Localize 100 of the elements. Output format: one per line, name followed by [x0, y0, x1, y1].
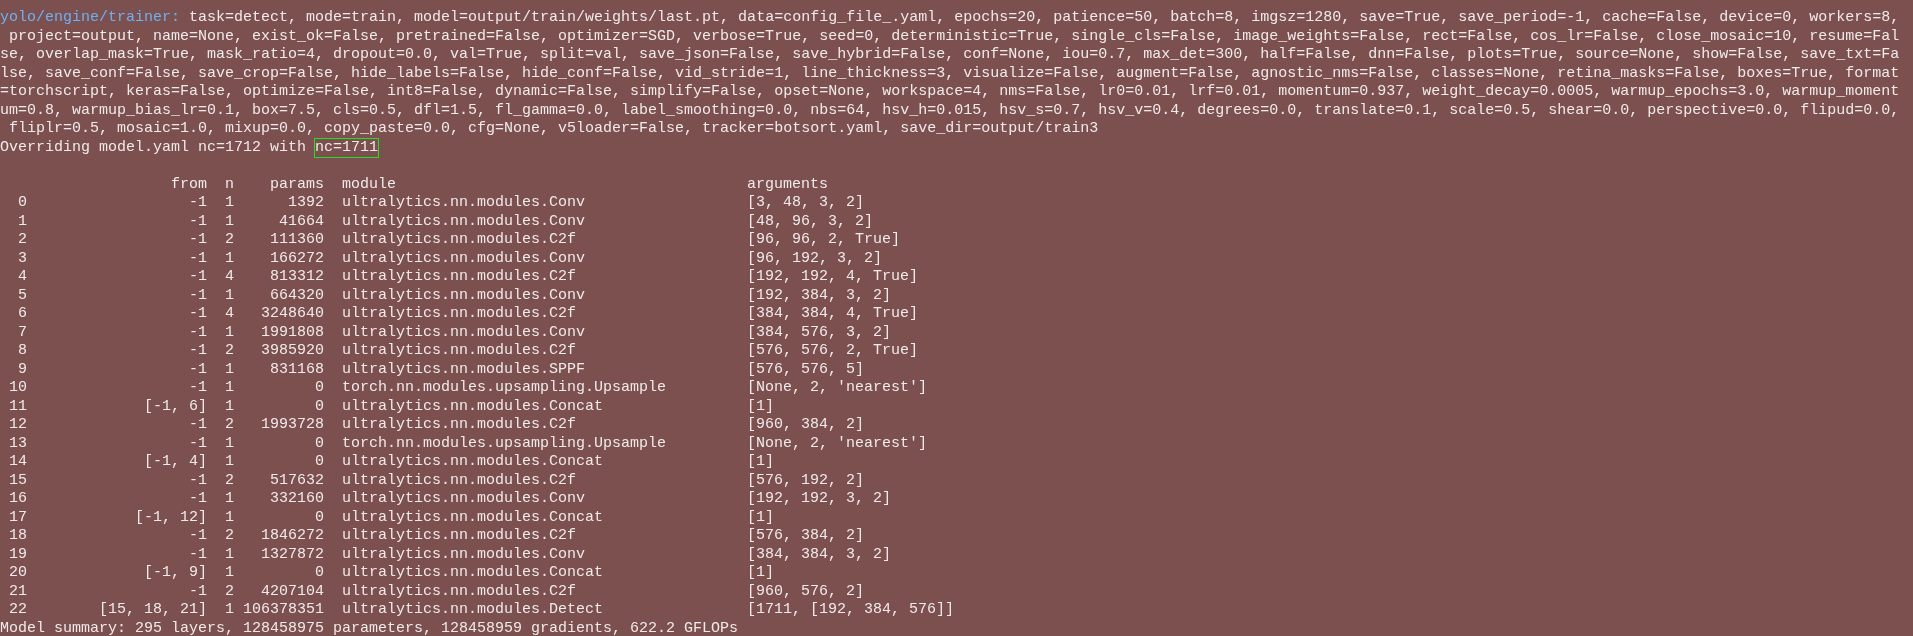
table-cell: [1]: [747, 397, 775, 415]
table-cell: 1: [225, 323, 234, 341]
table-cell: 4: [225, 268, 234, 285]
table-cell: 7: [18, 323, 27, 341]
table-cell: 1: [225, 508, 234, 526]
table-cell: -1: [189, 490, 207, 507]
table-cell: 13: [9, 434, 27, 452]
table-cell: [-1, 4]: [144, 453, 207, 470]
table-cell: [96, 192, 3, 2]: [747, 249, 883, 267]
table-cell: 15: [9, 471, 27, 489]
table-cell: ultralytics.nn.modules.Concat: [342, 508, 604, 526]
table-cell: 18: [9, 527, 27, 544]
table-cell: 166272: [270, 249, 324, 267]
table-cell: [None, 2, 'nearest']: [747, 434, 928, 452]
table-cell: [384, 384, 4, True]: [747, 305, 919, 322]
table-cell: [-1, 9]: [144, 564, 207, 581]
table-cell: 1327872: [261, 545, 324, 563]
table-cell: ultralytics.nn.modules.Conv: [342, 194, 586, 211]
table-cell: 17: [9, 508, 27, 526]
table-cell: ultralytics.nn.modules.Conv: [342, 249, 586, 267]
table-cell: 1: [225, 194, 234, 211]
table-cell: ultralytics.nn.modules.Conv: [342, 212, 586, 230]
table-cell: 831168: [270, 360, 324, 378]
table-cell: 813312: [270, 268, 324, 285]
table-cell: ultralytics.nn.modules.C2f: [342, 268, 577, 285]
table-cell: 332160: [270, 490, 324, 507]
table-cell: -1: [189, 471, 207, 489]
table-cell: [1]: [747, 564, 775, 581]
table-cell: 1993728: [261, 416, 324, 433]
output-line: =torchscript, keras=False, optimize=False, int8=False, dynamic=False, simplify=False, opset=None, workspace=4, nms=False, lr0=0.01, lrf=0.01, momentum=0.937, weight_decay=0.0005, warmup_epochs=3.0, warmup_moment: [0, 83, 1900, 102]
table-cell: -1: [189, 434, 207, 452]
table-cell: [-1, 12]: [135, 508, 207, 526]
table-cell: 3248640: [261, 305, 324, 322]
summary-line: Model summary: 295 layers, 128458975 parameters, 128458959 gradients, 622.2 GFLOPs: [0, 619, 739, 636]
table-cell: [1]: [747, 508, 775, 526]
table-cell: 0: [315, 564, 324, 581]
table-cell: 1: [225, 397, 234, 415]
table-cell: -1: [189, 545, 207, 563]
table-cell: -1: [189, 416, 207, 433]
table-cell: 1: [18, 212, 27, 230]
table-cell: [1]: [747, 453, 775, 470]
table-cell: 2: [225, 527, 234, 544]
table-cell: ultralytics.nn.modules.Conv: [342, 286, 586, 304]
table-cell: 0: [315, 453, 324, 470]
table-cell: 4: [18, 268, 27, 285]
table-cell: [576, 384, 2]: [747, 527, 865, 544]
table-cell: torch.nn.modules.upsampling.Upsample: [342, 434, 667, 452]
table-cell: 4207104: [261, 582, 324, 600]
table-cell: 0: [315, 434, 324, 452]
table-cell: 6: [18, 305, 27, 322]
table-cell: -1: [189, 286, 207, 304]
table-cell: 11: [9, 397, 27, 415]
table-cell: [576, 576, 5]: [747, 360, 865, 378]
table-cell: [3, 48, 3, 2]: [747, 194, 865, 211]
table-cell: 1846272: [261, 527, 324, 544]
table-cell: 1: [225, 360, 234, 378]
table-cell: [15, 18, 21]: [99, 601, 207, 618]
table-cell: 1991808: [261, 323, 324, 341]
table-cell: -1: [189, 305, 207, 322]
table-cell: 1: [225, 564, 234, 581]
table-cell: -1: [189, 527, 207, 544]
table-cell: 1: [225, 286, 234, 304]
table-cell: -1: [189, 212, 207, 230]
table-cell: ultralytics.nn.modules.Concat: [342, 564, 604, 581]
table-cell: [-1, 6]: [144, 397, 207, 415]
table-cell: 1: [225, 379, 234, 396]
table-cell: -1: [189, 194, 207, 211]
table-cell: [576, 576, 2, True]: [747, 342, 919, 359]
output-line: project=output, name=None, exist_ok=False, pretrained=False, optimizer=SGD, verbose=True, seed=0, deterministic=True, single_cls=False, image_weights=False, rect=False, cos_lr=False, close_mosaic=10, resume=Fal: [8, 27, 1900, 46]
table-cell: -1: [189, 268, 207, 285]
table-cell: ultralytics.nn.modules.Conv: [342, 545, 586, 563]
output-line: fliplr=0.5, mosaic=1.0, mixup=0.0, copy_paste=0.0, cfg=None, v5loader=False, tracker=botsort.yaml, save_dir=output/train3: [8, 120, 1099, 139]
table-cell: torch.nn.modules.upsampling.Upsample: [342, 379, 667, 396]
table-cell: 8: [18, 342, 27, 359]
output-line: se, overlap_mask=True, mask_ratio=4, dropout=0.0, val=True, split=val, save_json=False, save_hybrid=False, conf=None, iou=0.7, max_det=300, half=False, dnn=False, plots=True, source=None, show=False, save_txt=Fa: [0, 46, 1900, 65]
table-cell: 14: [9, 453, 27, 470]
table-cell: ultralytics.nn.modules.SPPF: [342, 360, 586, 378]
table-cell: 9: [18, 360, 27, 378]
table-cell: [384, 576, 3, 2]: [747, 323, 892, 341]
table-cell: [576, 192, 2]: [747, 471, 865, 489]
table-cell: [1711, [192, 384, 576]]: [747, 601, 955, 618]
table-cell: 4: [225, 305, 234, 322]
table-cell: -1: [189, 323, 207, 341]
table-cell: ultralytics.nn.modules.C2f: [342, 231, 577, 248]
table-cell: ultralytics.nn.modules.Conv: [342, 323, 586, 341]
table-cell: -1: [189, 379, 207, 396]
highlighted-text: nc=1711: [315, 138, 379, 157]
table-cell: [192, 192, 4, True]: [747, 268, 919, 285]
table-cell: -1: [189, 360, 207, 378]
table-cell: 12: [9, 416, 27, 433]
table-cell: 2: [225, 471, 234, 489]
output-line: Overriding model.yaml nc=1712 with: [0, 138, 308, 157]
table-cell: [192, 192, 3, 2]: [747, 490, 892, 507]
table-cell: ultralytics.nn.modules.Concat: [342, 397, 604, 415]
table-cell: ultralytics.nn.modules.Detect: [342, 601, 604, 618]
column-header: module: [342, 175, 397, 193]
table-cell: ultralytics.nn.modules.C2f: [342, 527, 577, 544]
table-cell: 10: [9, 379, 27, 396]
table-cell: 1: [225, 249, 234, 267]
table-cell: 0: [18, 194, 27, 211]
